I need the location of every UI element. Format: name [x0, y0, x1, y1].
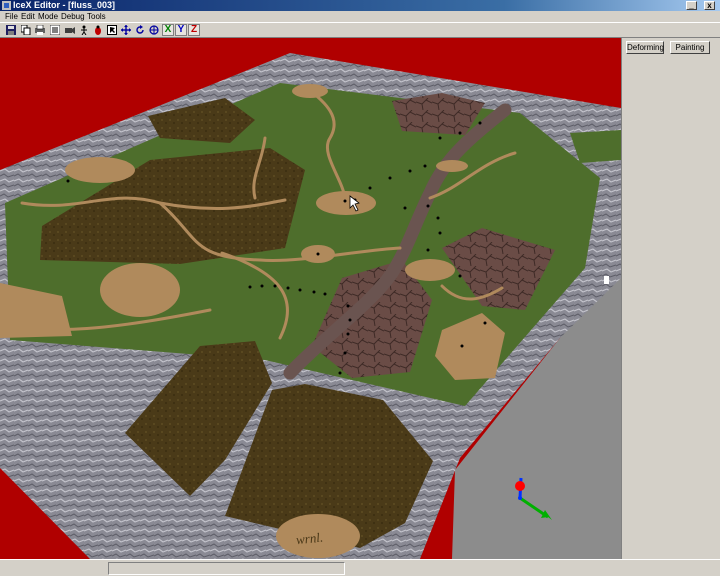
terrain-scene[interactable]: wrnl.: [0, 38, 621, 559]
menu-mode[interactable]: Mode: [38, 11, 58, 22]
toolbar: X Y Z: [0, 22, 720, 38]
side-panel: Deforming Painting: [621, 38, 720, 559]
title-bar: IceX Editor - [fluss_003] _ x: [0, 0, 720, 11]
axis-y-toggle[interactable]: Y: [175, 24, 187, 36]
scale-icon[interactable]: [149, 25, 159, 35]
3d-viewport[interactable]: wrnl.: [0, 38, 621, 559]
print-icon[interactable]: [35, 25, 45, 35]
close-button[interactable]: x: [704, 1, 715, 10]
walk-icon[interactable]: [79, 25, 89, 35]
bug-icon[interactable]: [93, 25, 103, 35]
floor-marker: [604, 276, 609, 284]
status-bar: [0, 559, 720, 576]
select-icon[interactable]: [107, 25, 117, 35]
deforming-button[interactable]: Deforming: [626, 41, 664, 54]
rotate-icon[interactable]: [135, 25, 145, 35]
ground-text: wrnl.: [295, 530, 324, 548]
menu-tools[interactable]: Tools: [87, 11, 106, 22]
menu-bar: File Edit Mode Debug Tools: [0, 11, 720, 22]
window-title: IceX Editor - [fluss_003]: [13, 0, 116, 10]
copy-icon[interactable]: [21, 25, 31, 35]
minimize-button[interactable]: _: [686, 1, 697, 10]
list-icon[interactable]: [50, 25, 60, 35]
save-icon[interactable]: [6, 25, 16, 35]
menu-file[interactable]: File: [5, 11, 18, 22]
axis-z-toggle[interactable]: Z: [188, 24, 200, 36]
painting-button[interactable]: Painting: [670, 41, 710, 54]
axis-x-toggle[interactable]: X: [162, 24, 174, 36]
camera-icon[interactable]: [65, 25, 75, 35]
move-icon[interactable]: [121, 25, 131, 35]
menu-debug[interactable]: Debug: [61, 11, 85, 22]
app-icon: [2, 1, 11, 10]
status-field: [108, 562, 345, 575]
menu-edit[interactable]: Edit: [21, 11, 35, 22]
